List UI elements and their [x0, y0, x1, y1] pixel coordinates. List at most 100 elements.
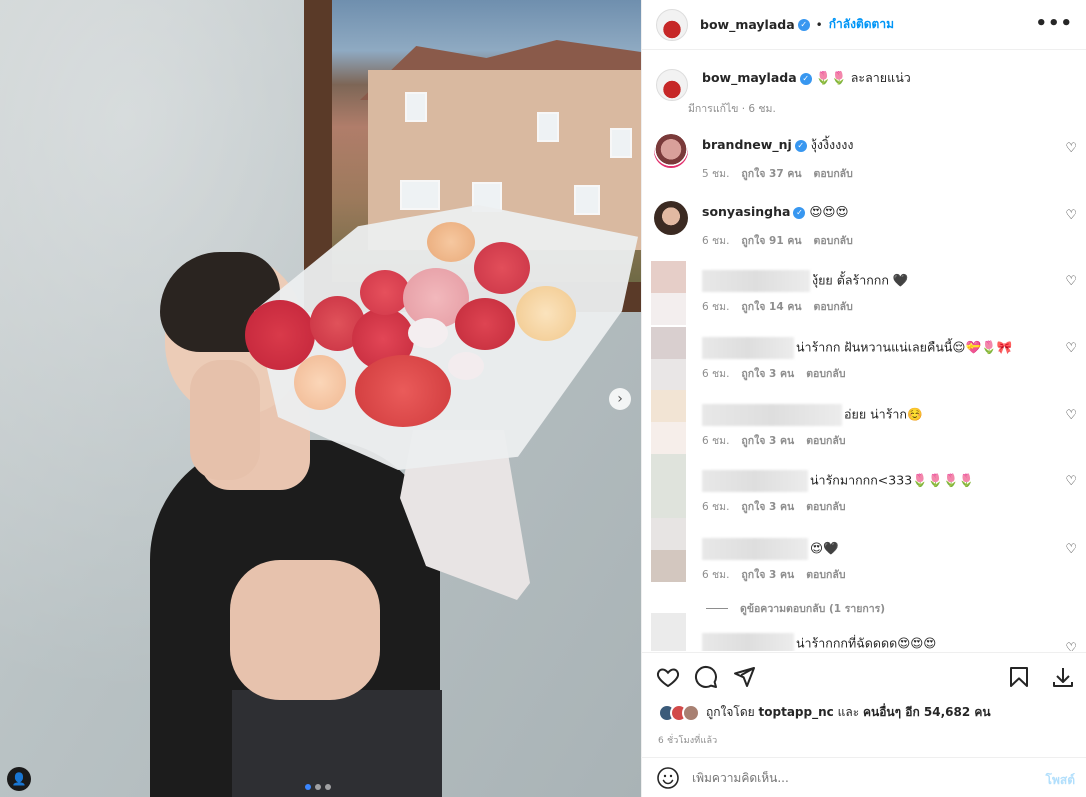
- comment-item: brandnew_nj ✓ งุ้งงิ้งงงง 5 ชม. ถูกใจ 37 ค…: [642, 131, 1086, 197]
- carousel-next-button[interactable]: ›: [609, 388, 631, 410]
- post-caption: bow_maylada ✓ 🌷🌷 ละลายแน่ว: [656, 69, 911, 101]
- carousel-dot: [325, 784, 331, 790]
- caption-username[interactable]: bow_maylada: [702, 70, 797, 85]
- commenter-avatar[interactable]: [654, 201, 688, 235]
- comment-likes[interactable]: ถูกใจ 3 คน: [741, 432, 794, 449]
- comment-item: อ่ยย น่าร้าก☺️ 6 ชม. ถูกใจ 3 คน ตอบกลับ ♡: [642, 390, 1086, 464]
- post-photo[interactable]: › 👤: [0, 0, 641, 797]
- comment-likes[interactable]: ถูกใจ 14 คน: [741, 298, 801, 315]
- commenter-avatar[interactable]: [654, 134, 688, 168]
- action-icons-left: [656, 665, 756, 689]
- like-comment-icon[interactable]: ♡: [1065, 208, 1077, 223]
- post-comment-button[interactable]: โพสต์: [1046, 771, 1075, 790]
- comment-time: 6 ชม.: [702, 368, 730, 380]
- blurred-avatar: [651, 293, 686, 325]
- blurred-avatar: [651, 550, 686, 582]
- view-replies-label: ดูข้อความตอบกลับ (1 รายการ): [740, 603, 886, 615]
- comment-likes[interactable]: ถูกใจ 91 คน: [741, 232, 801, 249]
- comment-bubble-icon[interactable]: [694, 665, 718, 689]
- like-heart-icon[interactable]: [656, 665, 680, 689]
- painting-window: [574, 185, 600, 215]
- verified-badge-icon: ✓: [793, 206, 806, 219]
- painting-window: [610, 128, 632, 158]
- comment-likes[interactable]: ถูกใจ 3 คน: [741, 498, 794, 515]
- comment-item: น่าร้ากกกที่ฉัดดดด😍😍😍 ♡: [642, 613, 1086, 651]
- more-options-icon[interactable]: •••: [1035, 13, 1073, 34]
- replies-divider: [706, 608, 728, 609]
- commenter-username[interactable]: brandnew_nj: [702, 137, 792, 152]
- likes-first-user[interactable]: toptapp_nc: [759, 705, 834, 719]
- download-icon[interactable]: [1051, 665, 1075, 689]
- share-plane-icon[interactable]: [732, 665, 756, 689]
- bookmark-save-icon[interactable]: [1007, 665, 1031, 689]
- post-sidebar: bow_maylada ✓ • กำลังติดตาม ••• bow_mayl…: [641, 0, 1086, 797]
- comment-text: น่าร้ากกกที่ฉัดดดด😍😍😍: [796, 635, 937, 651]
- likes-prefix: ถูกใจโดย: [706, 705, 755, 719]
- person-hand: [190, 360, 260, 480]
- reply-button[interactable]: ตอบกลับ: [806, 365, 845, 382]
- reply-button[interactable]: ตอบกลับ: [814, 165, 853, 182]
- comment-text: 😍🖤: [810, 540, 839, 556]
- ranunculus-flower: [427, 222, 475, 262]
- like-comment-icon[interactable]: ♡: [1065, 141, 1077, 156]
- peony-flower: [474, 242, 530, 294]
- reply-button[interactable]: ตอบกลับ: [814, 232, 853, 249]
- blurred-avatar[interactable]: [651, 454, 686, 518]
- comments-list[interactable]: bow_maylada ✓ 🌷🌷 ละลายแน่ว มีการแก้ไข · 6…: [642, 51, 1086, 651]
- following-button[interactable]: กำลังติดตาม: [829, 15, 894, 34]
- blurred-avatar[interactable]: [651, 261, 686, 293]
- blurred-avatar[interactable]: [651, 518, 686, 550]
- redacted-username: [702, 538, 808, 560]
- post-header: bow_maylada ✓ • กำลังติดตาม •••: [642, 0, 1086, 50]
- like-comment-icon[interactable]: ♡: [1065, 641, 1077, 651]
- tagged-user-icon[interactable]: 👤: [7, 767, 31, 791]
- comment-likes[interactable]: ถูกใจ 37 คน: [741, 165, 801, 182]
- like-comment-icon[interactable]: ♡: [1065, 274, 1077, 289]
- blurred-avatar[interactable]: [651, 613, 686, 651]
- likes-and: และ: [837, 705, 860, 719]
- like-comment-icon[interactable]: ♡: [1065, 474, 1077, 489]
- blurred-avatar[interactable]: [651, 390, 686, 422]
- comment-time: 6 ชม.: [702, 435, 730, 447]
- blurred-avatar: [651, 359, 686, 391]
- follow-separator: •: [815, 17, 823, 32]
- comment-item: น่ารักมากกก<333🌷🌷🌷🌷 6 ชม. ถูกใจ 3 คน ตอบกล…: [642, 454, 1086, 530]
- comment-time: 6 ชม.: [702, 235, 730, 247]
- add-comment-bar: โพสต์: [642, 757, 1086, 797]
- liker-avatar[interactable]: [682, 703, 700, 722]
- comment-item: งุ้ยย ตั้ลร้ากกก 🖤 6 ชม. ถูกใจ 14 คน ตอบกล…: [642, 261, 1086, 330]
- reply-button[interactable]: ตอบกลับ: [806, 432, 845, 449]
- likes-summary: ถูกใจโดย toptapp_nc และ คนอื่นๆ อีก 54,6…: [658, 703, 991, 722]
- redacted-username: [702, 337, 794, 359]
- author-avatar[interactable]: [656, 8, 688, 41]
- view-replies-button[interactable]: ดูข้อความตอบกลับ (1 รายการ): [706, 600, 885, 617]
- comment-likes[interactable]: ถูกใจ 3 คน: [741, 365, 794, 382]
- comment-item: sonyasingha ✓ 😍😍😍 6 ชม. ถูกใจ 91 คน ตอบกลับ…: [642, 198, 1086, 264]
- redacted-username: [702, 404, 842, 426]
- like-comment-icon[interactable]: ♡: [1065, 542, 1077, 557]
- comment-item: 😍🖤 6 ชม. ถูกใจ 3 คน ตอบกลับ ♡: [642, 518, 1086, 598]
- verified-badge-icon: ✓: [799, 72, 812, 85]
- reply-button[interactable]: ตอบกลับ: [806, 566, 845, 583]
- like-comment-icon[interactable]: ♡: [1065, 341, 1077, 356]
- comment-text: น่ารักมากกก<333🌷🌷🌷🌷: [810, 472, 975, 488]
- like-comment-icon[interactable]: ♡: [1065, 408, 1077, 423]
- comment-text: งุ้งงิ้งงงง: [810, 137, 854, 152]
- author-username[interactable]: bow_maylada: [700, 17, 795, 32]
- post-timestamp[interactable]: 6 ชั่วโมงที่แล้ว: [658, 733, 717, 747]
- reply-button[interactable]: ตอบกลับ: [814, 298, 853, 315]
- comment-likes[interactable]: ถูกใจ 3 คน: [741, 566, 794, 583]
- reply-button[interactable]: ตอบกลับ: [806, 498, 845, 515]
- likes-others[interactable]: คนอื่นๆ อีก 54,682 คน: [863, 705, 991, 719]
- blurred-avatar[interactable]: [651, 327, 686, 359]
- author-avatar[interactable]: [656, 69, 688, 101]
- emoji-icon[interactable]: [656, 766, 680, 790]
- painting-window: [400, 180, 440, 210]
- comment-text: อ่ยย น่าร้าก☺️: [844, 406, 923, 422]
- person-jeans: [232, 690, 442, 797]
- comment-time: 6 ชม.: [702, 501, 730, 513]
- add-comment-input[interactable]: [692, 770, 1012, 785]
- commenter-username[interactable]: sonyasingha: [702, 204, 790, 219]
- comment-time: 5 ชม.: [702, 168, 730, 180]
- carousel-indicator: [305, 784, 331, 790]
